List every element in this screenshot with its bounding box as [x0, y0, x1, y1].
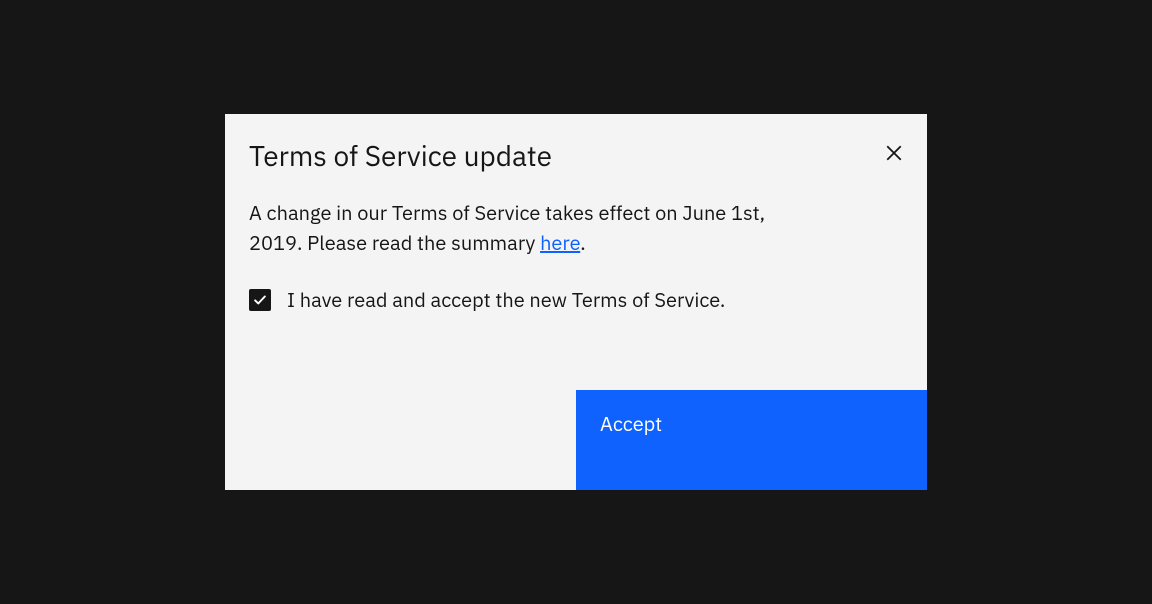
accept-button[interactable]: Accept [576, 390, 927, 490]
close-icon [885, 144, 903, 162]
close-button[interactable] [881, 140, 907, 166]
body-text-before: A change in our Terms of Service takes e… [249, 199, 765, 256]
checkmark-icon [253, 293, 267, 307]
checkbox-row: I have read and accept the new Terms of … [249, 286, 903, 314]
accept-checkbox[interactable] [249, 289, 271, 311]
modal-header: Terms of Service update [225, 114, 927, 174]
body-text: A change in our Terms of Service takes e… [249, 198, 809, 258]
modal-title: Terms of Service update [249, 138, 552, 174]
body-text-after: . [580, 229, 585, 256]
terms-modal: Terms of Service update A change in our … [225, 114, 927, 490]
summary-link[interactable]: here [540, 229, 580, 256]
modal-footer: Accept [225, 390, 927, 490]
checkbox-label: I have read and accept the new Terms of … [287, 286, 725, 314]
modal-body: A change in our Terms of Service takes e… [225, 174, 927, 346]
